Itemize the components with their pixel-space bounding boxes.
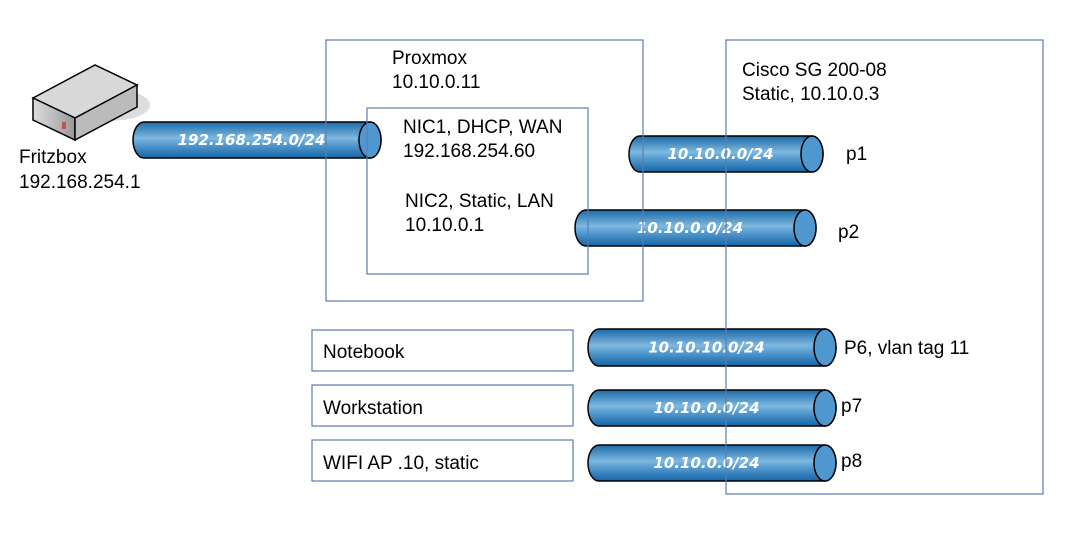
workstation-label: Workstation — [323, 398, 423, 419]
notebook-label: Notebook — [323, 342, 405, 363]
link-pipe: 10.10.0.0/24 — [574, 209, 817, 247]
port-label: p1 — [846, 144, 867, 165]
proxmox-ip: 10.10.0.11 — [392, 72, 480, 93]
link-pipe: 10.10.0.0/24 — [587, 389, 837, 427]
subnet-label: 10.10.10.0/24 — [648, 339, 765, 357]
fritzbox-ip: 192.168.254.1 — [19, 172, 141, 193]
cisco-name: Cisco SG 200-08 — [742, 60, 887, 81]
subnet-label: 10.10.0.0/24 — [637, 219, 743, 237]
nic2-label: NIC2, Static, LAN — [405, 191, 554, 212]
port-label: p8 — [841, 451, 862, 472]
port-label: p2 — [838, 222, 859, 243]
proxmox-box — [325, 39, 644, 302]
link-pipe: 192.168.254.0/24 — [132, 121, 382, 159]
router-icon — [31, 64, 150, 142]
nic1-ip: 192.168.254.60 — [403, 141, 535, 162]
port-label: p7 — [841, 396, 862, 417]
nic2-ip: 10.10.0.1 — [405, 215, 484, 236]
wifi-ap-label: WIFI AP .10, static — [323, 453, 479, 474]
subnet-label: 10.10.0.0/24 — [667, 145, 773, 163]
link-pipe: 10.10.10.0/24 — [587, 328, 837, 367]
port-label: P6, vlan tag 11 — [844, 338, 969, 359]
fritzbox-name: Fritzbox — [19, 147, 87, 168]
cisco-config: Static, 10.10.0.3 — [742, 84, 879, 105]
subnet-label: 10.10.0.0/24 — [653, 399, 759, 417]
link-pipe: 10.10.0.0/24 — [587, 444, 837, 482]
subnet-label: 192.168.254.0/24 — [178, 131, 326, 149]
proxmox-name: Proxmox — [392, 48, 467, 69]
subnet-label: 10.10.0.0/24 — [653, 454, 759, 472]
network-diagram: Fritzbox 192.168.254.1 192.168.254.0/24 1… — [19, 39, 1044, 495]
nic1-label: NIC1, DHCP, WAN — [403, 117, 562, 138]
